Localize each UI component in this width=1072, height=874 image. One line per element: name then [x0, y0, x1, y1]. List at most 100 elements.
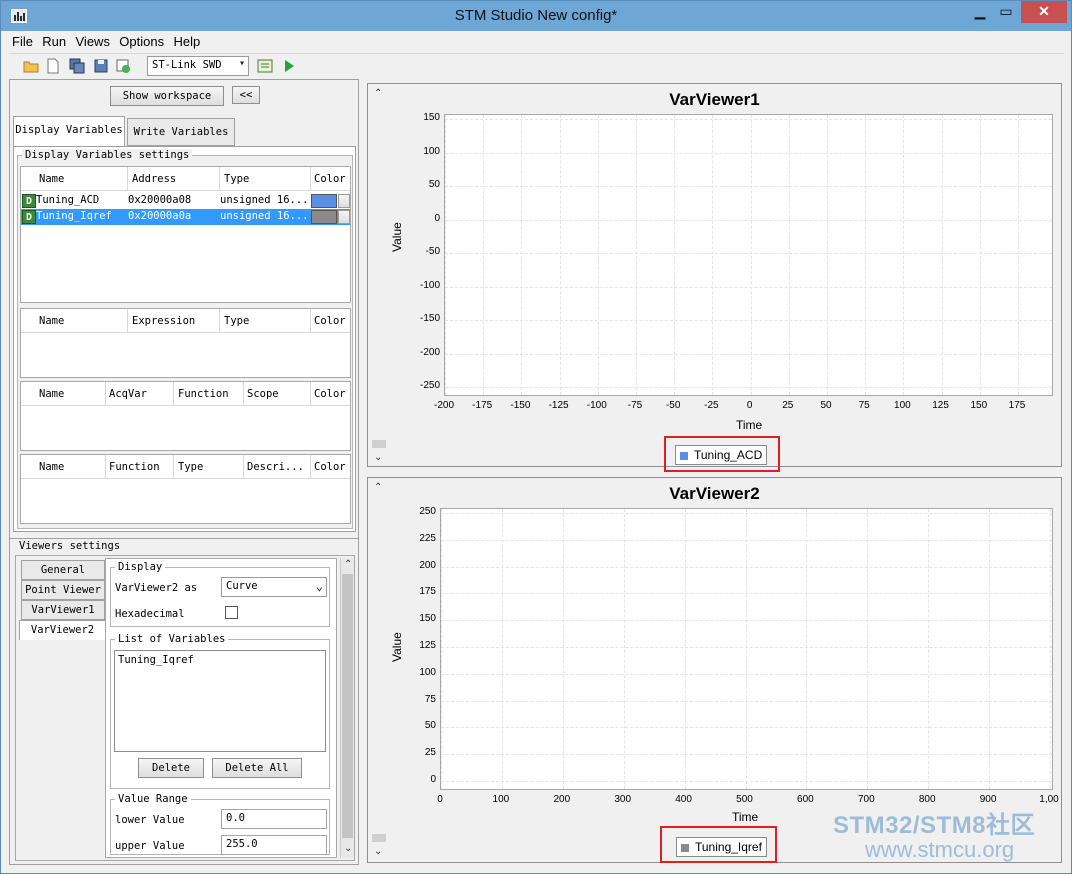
col-acqvar[interactable]: AcqVar — [109, 388, 147, 400]
expressions-table: Name Expression Type Color — [20, 308, 351, 378]
collapse-button[interactable]: << — [232, 86, 260, 104]
col-type[interactable]: Type — [224, 315, 249, 327]
varviewer2-panel: ⌃ VarViewer2 250 225 200 175 150 125 100 75 50 25… — [367, 477, 1062, 863]
color-picker-button[interactable] — [338, 210, 350, 224]
menu-file[interactable]: File — [9, 31, 36, 49]
close-button[interactable]: ✕ — [1021, 1, 1067, 23]
acquisition-table: Name AcqVar Function Scope Color — [20, 381, 351, 451]
lower-value-input[interactable]: 0.0 — [221, 809, 327, 829]
open-folder-icon[interactable] — [23, 58, 39, 74]
viewer-settings-scrollbar[interactable]: ⌃ ⌄ — [340, 558, 354, 858]
view-as-select[interactable]: Curve ⌄ — [221, 577, 327, 597]
scroll-up-icon[interactable]: ⌃ — [344, 559, 352, 570]
col-color[interactable]: Color — [314, 461, 346, 473]
gridline-vertical — [903, 115, 905, 395]
gridline-vertical — [684, 509, 686, 789]
col-type[interactable]: Type — [178, 461, 203, 473]
gridline-vertical — [989, 509, 991, 789]
col-color[interactable]: Color — [314, 315, 346, 327]
col-name[interactable]: Name — [39, 461, 64, 473]
gridline-vertical — [979, 115, 981, 395]
scroll-down-icon[interactable]: ⌄ — [344, 843, 352, 854]
variables-listbox[interactable]: Tuning_Iqref — [114, 650, 326, 752]
col-color[interactable]: Color — [314, 173, 346, 185]
export-icon[interactable] — [115, 58, 131, 74]
gridline-horizontal — [441, 754, 1052, 756]
save-all-icon[interactable] — [69, 58, 85, 74]
run-icon[interactable] — [281, 58, 297, 74]
gridline-horizontal — [441, 647, 1052, 648]
varviewer1-plot-area[interactable] — [444, 114, 1053, 396]
table-row-selected[interactable]: D Tuning_Iqref 0x20000a0a unsigned 16... — [21, 209, 350, 225]
x-tick-label: 125 — [932, 400, 949, 411]
col-function[interactable]: Function — [109, 461, 160, 473]
color-swatch[interactable] — [311, 210, 337, 224]
x-tick-label: 25 — [782, 400, 794, 411]
col-description[interactable]: Descri... — [247, 461, 304, 473]
right-panel: ⌃ VarViewer1 150 100 50 0 -50 -100 -150 -200 -25… — [363, 79, 1064, 865]
var-type: unsigned 16... — [220, 210, 309, 222]
list-item[interactable]: Tuning_Iqref — [118, 654, 322, 666]
legend-marker-icon — [681, 844, 689, 852]
resize-handle[interactable] — [372, 834, 386, 842]
y-tick-label: -150 — [419, 313, 440, 324]
menu-help[interactable]: Help — [170, 31, 203, 49]
left-panel: Show workspace << Display Variables Writ… — [9, 79, 359, 865]
table-row[interactable]: D Tuning_ACD 0x20000a08 unsigned 16... — [21, 193, 350, 209]
new-file-icon[interactable] — [45, 58, 61, 74]
tab-write-variables[interactable]: Write Variables — [127, 118, 235, 146]
x-tick-label: 150 — [970, 400, 988, 411]
window-title: STM Studio New config* — [454, 7, 618, 24]
color-swatch[interactable] — [311, 194, 337, 208]
menu-options[interactable]: Options — [116, 31, 167, 49]
menu-views[interactable]: Views — [73, 31, 113, 49]
save-icon[interactable] — [93, 58, 109, 74]
y-tick-label: -100 — [419, 279, 440, 291]
color-picker-button[interactable] — [338, 194, 350, 208]
hexadecimal-label: Hexadecimal — [115, 608, 185, 620]
display-group-title: Display — [115, 561, 166, 573]
delete-all-button[interactable]: Delete All — [212, 758, 302, 778]
maximize-button[interactable]: ▭ — [993, 1, 1019, 23]
tab-point-viewer[interactable]: Point Viewer — [21, 580, 105, 600]
gridline-vertical — [441, 509, 442, 789]
col-address[interactable]: Address — [132, 173, 176, 185]
col-scope[interactable]: Scope — [247, 388, 279, 400]
y-tick-label: 0 — [430, 774, 436, 785]
menu-run[interactable]: Run — [39, 31, 69, 49]
gridline-horizontal — [445, 186, 1052, 187]
col-type[interactable]: Type — [224, 173, 249, 185]
col-color[interactable]: Color — [314, 388, 346, 400]
varviewer2-legend[interactable]: Tuning_Iqref — [676, 837, 767, 857]
collapse-down-icon[interactable]: ⌄ — [374, 452, 382, 463]
col-name[interactable]: Name — [39, 388, 64, 400]
gridline-horizontal — [445, 387, 1052, 388]
gridline-horizontal — [445, 152, 1052, 154]
gridline-horizontal — [445, 320, 1052, 321]
minimize-button[interactable]: ▁ — [967, 1, 993, 23]
x-tick-label: 200 — [553, 794, 571, 805]
tab-display-variables[interactable]: Display Variables — [13, 116, 125, 146]
hexadecimal-checkbox[interactable] — [225, 606, 238, 619]
y-tick-label: 75 — [424, 693, 436, 705]
gridline-vertical — [745, 509, 747, 789]
settings-icon[interactable] — [257, 58, 273, 74]
varviewer2-plot-area[interactable] — [440, 508, 1053, 790]
collapse-down-icon[interactable]: ⌄ — [374, 846, 382, 857]
col-name[interactable]: Name — [39, 315, 64, 327]
resize-handle[interactable] — [372, 440, 386, 448]
scrollbar-thumb[interactable] — [342, 574, 353, 838]
upper-value-input[interactable]: 255.0 — [221, 835, 327, 855]
var-address: 0x20000a0a — [128, 210, 192, 222]
varviewer1-legend[interactable]: Tuning_ACD — [675, 445, 768, 465]
tab-general[interactable]: General — [21, 560, 105, 580]
delete-button[interactable]: Delete — [138, 758, 204, 778]
col-function[interactable]: Function — [178, 388, 229, 400]
show-workspace-button[interactable]: Show workspace — [110, 86, 224, 106]
col-expression[interactable]: Expression — [132, 315, 195, 327]
tab-varviewer2[interactable]: VarViewer2 — [19, 620, 105, 640]
tab-varviewer1[interactable]: VarViewer1 — [21, 600, 105, 620]
varviewer2-x-label: Time — [732, 810, 759, 824]
col-name[interactable]: Name — [39, 173, 64, 185]
probe-select[interactable]: ST-Link SWD ▾ — [147, 56, 249, 76]
